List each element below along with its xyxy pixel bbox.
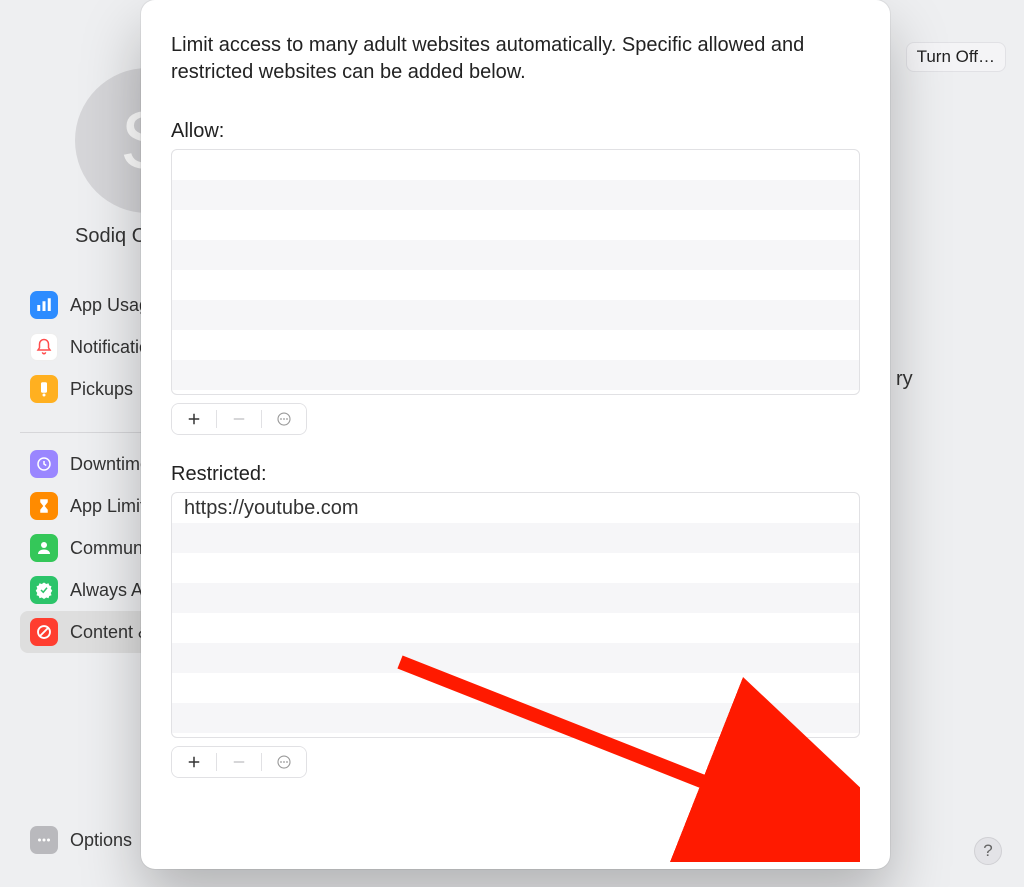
list-item[interactable]: [172, 150, 859, 180]
allow-toolbar: [171, 403, 307, 435]
list-item[interactable]: [172, 180, 859, 210]
restricted-remove-button[interactable]: [217, 747, 261, 777]
hourglass-icon: [30, 492, 58, 520]
ellipsis-circle-icon: [275, 410, 293, 428]
allow-label: Allow:: [171, 120, 860, 143]
minus-icon: [230, 753, 248, 771]
list-item[interactable]: [172, 613, 859, 643]
list-item[interactable]: [172, 703, 859, 733]
cancel-button[interactable]: Cancel: [694, 809, 784, 843]
restricted-label: Restricted:: [171, 463, 860, 486]
plus-icon: [185, 753, 203, 771]
restricted-more-button[interactable]: [262, 747, 306, 777]
list-item[interactable]: [172, 360, 859, 390]
sidebar-item-label: Pickups: [70, 379, 133, 400]
sidebar-item-label: Options: [70, 830, 132, 851]
chart-bar-icon: [30, 291, 58, 319]
minus-icon: [230, 410, 248, 428]
no-sign-icon: [30, 618, 58, 646]
list-item[interactable]: [172, 583, 859, 613]
bell-icon: [30, 333, 58, 361]
list-item[interactable]: [172, 330, 859, 360]
turn-off-button[interactable]: Turn Off…: [906, 42, 1006, 72]
person-icon: [30, 534, 58, 562]
help-button[interactable]: ?: [974, 837, 1002, 865]
list-item[interactable]: [172, 523, 859, 553]
allow-more-button[interactable]: [262, 404, 306, 434]
hand-tap-icon: [30, 375, 58, 403]
list-item[interactable]: [172, 240, 859, 270]
list-item[interactable]: [172, 300, 859, 330]
allow-add-button[interactable]: [172, 404, 216, 434]
question-icon: ?: [983, 841, 992, 861]
plus-icon: [185, 410, 203, 428]
background-text-fragment: ry: [896, 368, 913, 391]
ellipsis-icon: [30, 826, 58, 854]
list-item[interactable]: [172, 673, 859, 703]
list-item[interactable]: https://youtube.com: [172, 493, 859, 523]
checkmark-seal-icon: [30, 576, 58, 604]
clock-icon: [30, 450, 58, 478]
restricted-listbox[interactable]: https://youtube.com: [171, 492, 860, 738]
list-item[interactable]: [172, 643, 859, 673]
turn-off-label: Turn Off…: [917, 47, 995, 66]
list-item[interactable]: [172, 270, 859, 300]
web-content-dialog: Limit access to many adult websites auto…: [141, 0, 890, 869]
sidebar-item-label: Downtime: [70, 454, 150, 475]
allow-listbox[interactable]: [171, 149, 860, 395]
restricted-add-button[interactable]: [172, 747, 216, 777]
restricted-toolbar: [171, 746, 307, 778]
allow-remove-button[interactable]: [217, 404, 261, 434]
ellipsis-circle-icon: [275, 753, 293, 771]
dialog-description: Limit access to many adult websites auto…: [171, 32, 860, 86]
ok-button[interactable]: OK: [796, 809, 860, 843]
list-item[interactable]: [172, 210, 859, 240]
list-item[interactable]: [172, 553, 859, 583]
